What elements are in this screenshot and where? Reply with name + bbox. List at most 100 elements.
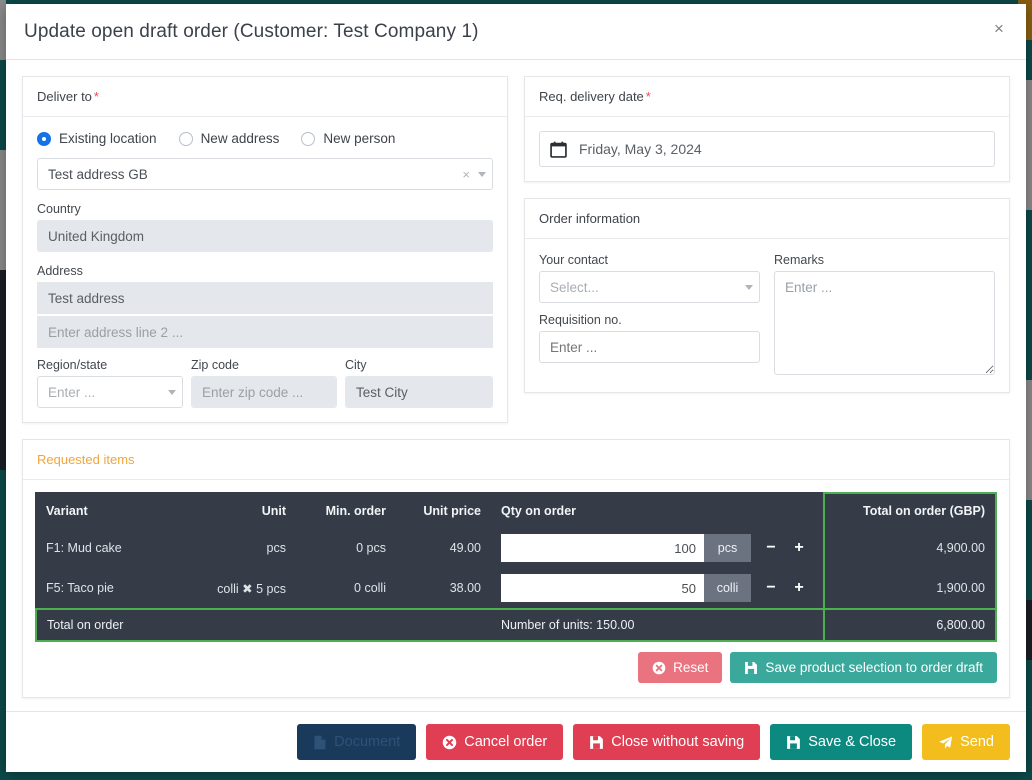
requested-items-heading: Requested items <box>23 440 1009 480</box>
send-button[interactable]: Send <box>922 724 1010 760</box>
region-value: Enter ... <box>48 385 95 400</box>
qty-decrease-button[interactable]: − <box>757 574 785 602</box>
requisition-label: Requisition no. <box>539 313 760 327</box>
cell-qty: pcs − + <box>491 528 824 568</box>
country-field: Country United Kingdom <box>37 202 493 252</box>
qty-unit-label: colli <box>704 574 751 602</box>
update-draft-order-modal: Update open draft order (Customer: Test … <box>6 4 1026 772</box>
zip-input[interactable]: Enter zip code ... <box>191 376 337 408</box>
total-label: Total on order <box>36 609 186 641</box>
order-information-right: Remarks <box>774 253 995 378</box>
required-indicator: * <box>646 89 651 104</box>
cell-total: 1,900.00 <box>824 568 996 609</box>
cancel-order-button[interactable]: Cancel order <box>426 724 563 760</box>
address-field: Address Test address Enter address line … <box>37 264 493 348</box>
requested-items-card: Requested items Variant Unit Min. order … <box>22 439 1010 698</box>
requisition-input[interactable] <box>539 331 760 363</box>
cell-min-order: 0 colli <box>296 568 396 609</box>
cell-min-order: 0 pcs <box>296 528 396 568</box>
reset-label: Reset <box>673 660 708 675</box>
table-header-row: Variant Unit Min. order Unit price Qty o… <box>36 493 996 528</box>
qty-input[interactable] <box>501 574 704 602</box>
save-product-selection-button[interactable]: Save product selection to order draft <box>730 652 997 683</box>
chevron-down-icon[interactable] <box>745 285 753 290</box>
requisition-field: Requisition no. <box>539 313 760 363</box>
location-select[interactable]: Test address GB × <box>37 158 493 190</box>
location-select-icons: × <box>462 167 486 182</box>
delivery-date-input[interactable]: Friday, May 3, 2024 <box>539 131 995 167</box>
remarks-textarea[interactable] <box>774 271 995 375</box>
delivery-date-value: Friday, May 3, 2024 <box>579 141 702 157</box>
qty-increase-button[interactable]: + <box>785 574 813 602</box>
qty-decrease-button[interactable]: − <box>757 534 785 562</box>
column-header-unit: Unit <box>186 493 296 528</box>
column-header-unit-price: Unit price <box>396 493 491 528</box>
floppy-disk-icon <box>744 661 758 675</box>
deliver-to-heading: Deliver to* <box>23 77 507 117</box>
cell-variant: F1: Mud cake <box>36 528 186 568</box>
contact-label: Your contact <box>539 253 760 267</box>
calendar-icon <box>550 141 567 158</box>
reset-button[interactable]: Reset <box>638 652 722 683</box>
document-icon <box>313 735 327 750</box>
city-value: Test City <box>345 376 493 408</box>
save-and-close-label: Save & Close <box>808 734 896 750</box>
qty-stepper: pcs − + <box>501 534 813 562</box>
city-label: City <box>345 358 493 372</box>
radio-dot-icon <box>179 132 193 146</box>
region-select-icons <box>168 390 176 395</box>
send-label: Send <box>960 734 994 750</box>
deliver-to-radio-group: Existing location New address New person <box>37 131 493 146</box>
requested-items-actions: Reset Save product selection to order dr… <box>35 642 997 685</box>
paper-plane-icon <box>938 735 953 750</box>
total-spacer-1 <box>186 609 296 641</box>
radio-new-person[interactable]: New person <box>301 131 395 146</box>
order-details-column: Req. delivery date* <box>524 76 1010 439</box>
delivery-date-heading: Req. delivery date* <box>525 77 1009 117</box>
modal-header: Update open draft order (Customer: Test … <box>6 4 1026 60</box>
total-amount: 6,800.00 <box>824 609 996 641</box>
deliver-to-card: Deliver to* Existing location New addres… <box>22 76 508 423</box>
zip-field: Zip code Enter zip code ... <box>191 358 337 408</box>
modal-footer: Document Cancel order Close without savi… <box>6 711 1026 772</box>
document-button[interactable]: Document <box>297 724 416 760</box>
total-spacer-3 <box>396 609 491 641</box>
column-header-variant: Variant <box>36 493 186 528</box>
requested-items-body: Variant Unit Min. order Unit price Qty o… <box>23 480 1009 697</box>
qty-input[interactable] <box>501 534 704 562</box>
chevron-down-icon[interactable] <box>478 172 486 177</box>
radio-new-address[interactable]: New address <box>179 131 280 146</box>
document-label: Document <box>334 734 400 750</box>
region-label: Region/state <box>37 358 183 372</box>
order-information-row: Your contact Select... Re <box>539 253 995 378</box>
cancel-order-label: Cancel order <box>464 734 547 750</box>
address-line2[interactable]: Enter address line 2 ... <box>37 316 493 348</box>
radio-existing-location[interactable]: Existing location <box>37 131 157 146</box>
deliver-to-body: Existing location New address New person <box>23 117 507 422</box>
save-and-close-button[interactable]: Save & Close <box>770 724 912 760</box>
country-label: Country <box>37 202 493 216</box>
qty-increase-button[interactable]: + <box>785 534 813 562</box>
clear-icon[interactable]: × <box>462 167 470 182</box>
cell-unit-price: 38.00 <box>396 568 491 609</box>
deliver-to-label: Deliver to <box>37 89 92 104</box>
chevron-down-icon[interactable] <box>168 390 176 395</box>
save-product-selection-label: Save product selection to order draft <box>765 660 983 675</box>
deliver-to-column: Deliver to* Existing location New addres… <box>22 76 508 439</box>
contact-select[interactable]: Select... <box>539 271 760 303</box>
contact-value: Select... <box>550 280 599 295</box>
delivery-date-body: Friday, May 3, 2024 <box>525 117 1009 181</box>
close-icon[interactable]: × <box>988 18 1010 40</box>
close-without-saving-label: Close without saving <box>611 734 744 750</box>
region-select[interactable]: Enter ... <box>37 376 183 408</box>
city-field: City Test City <box>345 358 493 408</box>
remarks-label: Remarks <box>774 253 995 267</box>
cell-qty: colli − + <box>491 568 824 609</box>
address-label: Address <box>37 264 493 278</box>
close-without-saving-button[interactable]: Close without saving <box>573 724 760 760</box>
column-header-min-order: Min. order <box>296 493 396 528</box>
order-information-left: Your contact Select... Re <box>539 253 760 378</box>
total-spacer-2 <box>296 609 396 641</box>
radio-label: Existing location <box>59 131 157 146</box>
country-value: United Kingdom <box>37 220 493 252</box>
